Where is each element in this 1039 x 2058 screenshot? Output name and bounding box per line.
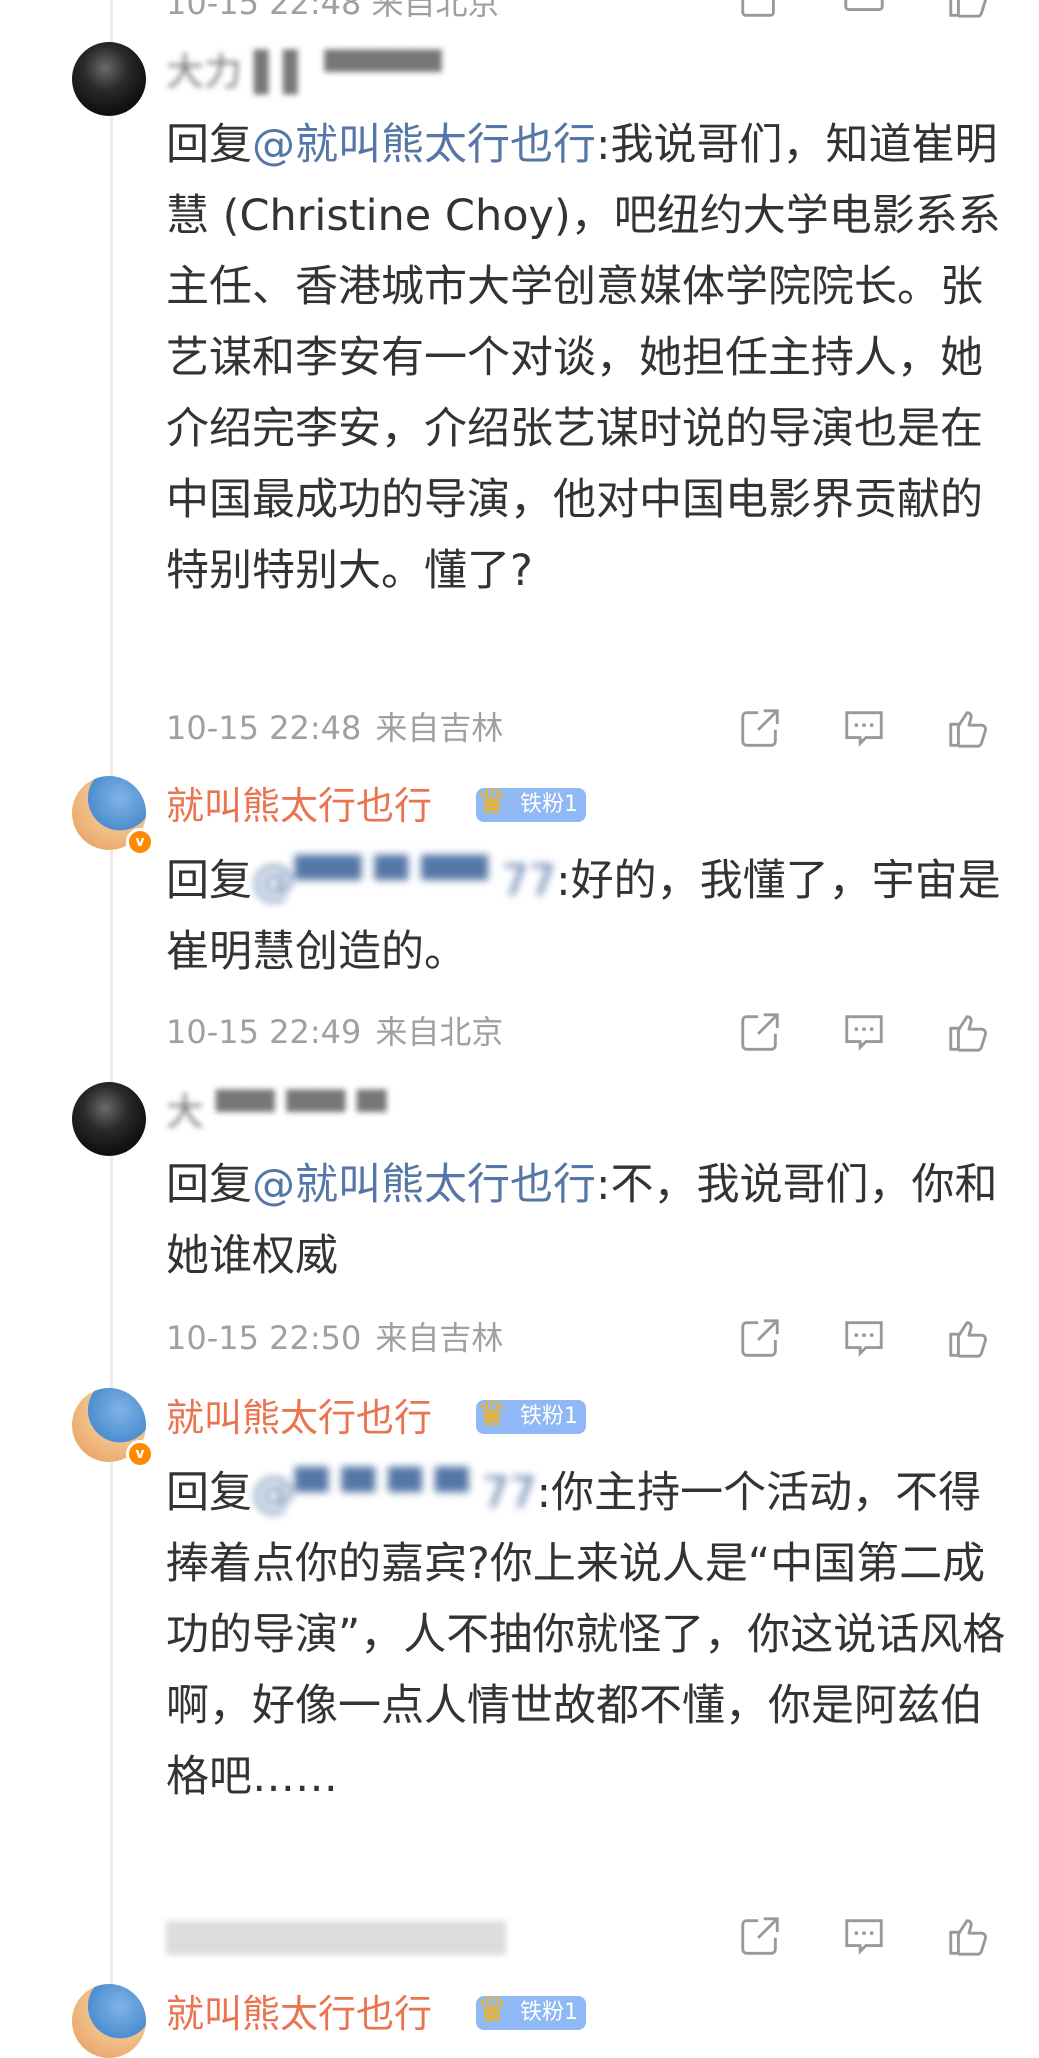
comment-location: 来自吉林 bbox=[375, 1319, 504, 1357]
share-icon bbox=[741, 1013, 779, 1051]
share-icon bbox=[741, 1319, 779, 1357]
crown-icon: ♛ bbox=[476, 782, 508, 822]
fan-badge-label: 铁粉1 bbox=[520, 1404, 578, 1429]
reply-prefix: 回复 bbox=[166, 120, 252, 170]
comment-icon bbox=[845, 1015, 883, 1051]
comment-meta: 10-15 22:50 来自吉林 bbox=[166, 1318, 503, 1358]
like-button[interactable] bbox=[944, 1314, 992, 1362]
comment-button[interactable] bbox=[840, 704, 888, 752]
share-icon bbox=[741, 0, 775, 17]
share-button[interactable] bbox=[736, 1912, 784, 1960]
prev-comment-meta: 10-15 22:48 来自北京 bbox=[166, 0, 500, 22]
reply-prefix: 回复 bbox=[166, 856, 252, 906]
comment-text: 回复@就叫熊太行也行:我说哥们，知道崔明慧 (Christine Choy)，吧… bbox=[166, 110, 1006, 607]
comment-time: 10-15 22:49 bbox=[166, 1013, 362, 1051]
username[interactable]: 大 ▀▀ ▀▀ ▀ bbox=[166, 1090, 386, 1134]
mention-link[interactable]: @就叫熊太行也行 bbox=[252, 120, 596, 170]
comment-icon bbox=[845, 711, 883, 747]
comment-time: 10-15 22:48 bbox=[166, 709, 362, 747]
like-icon bbox=[949, 0, 987, 18]
fan-badge-label: 铁粉1 bbox=[520, 2000, 578, 2025]
comment-text: 回复@▀ ▀ ▀ ▀ 77:你主持一个活动，不得捧着点你的嘉宾?你上来说人是“中… bbox=[166, 1458, 1006, 1813]
comment-icon bbox=[845, 1321, 883, 1357]
comment-meta: 10-15 22:49 来自北京 bbox=[166, 1012, 503, 1052]
like-icon bbox=[949, 711, 987, 748]
like-button[interactable] bbox=[944, 1912, 992, 1960]
comment-button[interactable] bbox=[840, 1008, 888, 1056]
like-button[interactable] bbox=[944, 0, 992, 22]
share-icon bbox=[741, 709, 779, 747]
comment-icon bbox=[844, 0, 884, 11]
avatar[interactable] bbox=[72, 42, 146, 116]
like-icon bbox=[949, 1015, 987, 1052]
avatar[interactable] bbox=[72, 1984, 146, 2058]
verified-icon: v bbox=[126, 828, 154, 856]
comment-content: :你主持一个活动，不得捧着点你的嘉宾?你上来说人是“中国第二成功的导演”，人不抽… bbox=[166, 1468, 1006, 1802]
avatar[interactable] bbox=[72, 1082, 146, 1156]
fan-badge: ♛ 铁粉1 bbox=[476, 1990, 586, 2030]
username[interactable]: 大力 ▌▌ ▀▀▀▀ bbox=[166, 50, 442, 94]
verified-icon: v bbox=[126, 1440, 154, 1468]
comment-meta: 10-15 22:48 来自吉林 bbox=[166, 708, 503, 748]
comment-content: :我说哥们，知道崔明慧 (Christine Choy)，吧纽约大学电影系系主任… bbox=[166, 120, 1001, 596]
reply-prefix: 回复 bbox=[166, 1468, 252, 1518]
fan-badge-label: 铁粉1 bbox=[520, 792, 578, 817]
share-icon bbox=[741, 1917, 779, 1955]
mention-link[interactable]: @就叫熊太行也行 bbox=[252, 1160, 596, 1210]
redacted-meta bbox=[166, 1921, 506, 1955]
comment-location: 来自吉林 bbox=[375, 709, 504, 747]
share-button[interactable] bbox=[736, 1008, 784, 1056]
crown-icon: ♛ bbox=[476, 1394, 508, 1434]
mention-link[interactable]: @▀ ▀ ▀ ▀ 77 bbox=[252, 1468, 537, 1518]
comment-location: 来自北京 bbox=[375, 1013, 504, 1051]
like-button[interactable] bbox=[944, 1008, 992, 1056]
fan-badge: ♛ 铁粉1 bbox=[476, 1394, 586, 1434]
comment-meta bbox=[166, 1916, 506, 1956]
comment-time: 10-15 22:50 bbox=[166, 1319, 362, 1357]
crown-icon: ♛ bbox=[476, 1990, 508, 2030]
comment-button[interactable] bbox=[840, 1314, 888, 1362]
comment-text: 回复@就叫熊太行也行:不，我说哥们，你和她谁权威 bbox=[166, 1150, 1006, 1292]
share-button[interactable] bbox=[736, 0, 784, 22]
like-icon bbox=[949, 1321, 987, 1358]
reply-prefix: 回复 bbox=[166, 1160, 252, 1210]
fan-badge: ♛ 铁粉1 bbox=[476, 782, 586, 822]
comment-text: 回复@▀▀ ▀ ▀▀ 77:好的，我懂了，宇宙是崔明慧创造的。 bbox=[166, 846, 1006, 988]
like-icon bbox=[949, 1919, 987, 1956]
username[interactable]: 就叫熊太行也行 bbox=[166, 1992, 432, 2036]
like-button[interactable] bbox=[944, 704, 992, 752]
comment-icon bbox=[845, 1919, 883, 1955]
share-button[interactable] bbox=[736, 1314, 784, 1362]
comment-button[interactable] bbox=[840, 1912, 888, 1960]
username[interactable]: 就叫熊太行也行 bbox=[166, 1396, 432, 1440]
username[interactable]: 就叫熊太行也行 bbox=[166, 784, 432, 828]
thread-line bbox=[110, 0, 113, 2035]
share-button[interactable] bbox=[736, 704, 784, 752]
comment-button[interactable] bbox=[840, 0, 888, 22]
mention-link[interactable]: @▀▀ ▀ ▀▀ 77 bbox=[252, 856, 556, 906]
